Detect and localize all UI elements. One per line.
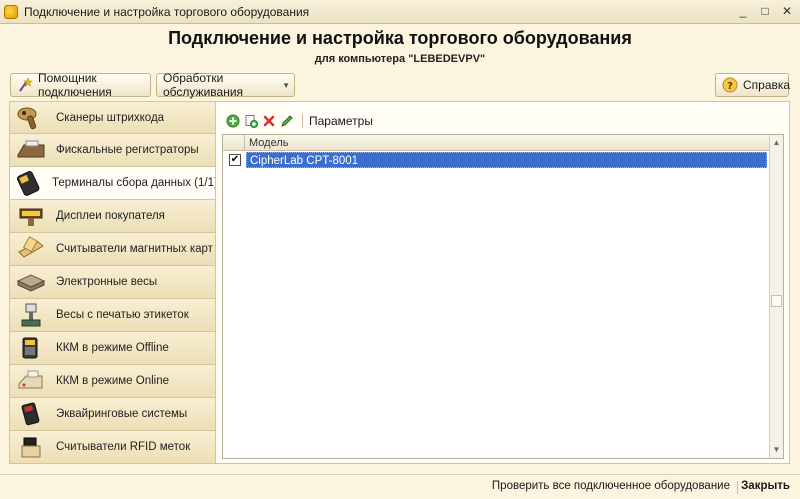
tab-kkm-online[interactable]: ККМ в режиме Online [9,365,216,398]
row-model[interactable]: CipherLab CPT-8001 [246,152,767,168]
delete-icon[interactable] [260,112,278,130]
page-subtitle: для компьютера "LEBEDEVPV" [314,53,486,65]
tab-barcode-scanners[interactable]: Сканеры штрихкода [9,101,216,134]
checkbox-column-header [223,135,245,150]
tab-acquiring[interactable]: Эквайринговые системы [9,398,216,431]
kkm-offline-icon [14,334,48,362]
tab-label: Терминалы сбора данных (1/1) [52,177,218,189]
tab-label: Весы с печатью этикеток [56,309,189,321]
acquiring-terminal-icon [14,400,48,428]
help-label: Справка [743,78,791,92]
tab-label: Дисплеи покупателя [56,210,165,222]
tab-label: ККМ в режиме Online [56,375,169,387]
tab-label: Сканеры штрихкода [56,111,165,124]
add-icon[interactable] [224,112,242,130]
table-header: Модель [223,135,783,151]
barcode-scanner-icon [14,104,48,132]
customer-display-icon [14,202,48,230]
panel-toolbar: Параметры [224,112,373,130]
tab-kkm-offline[interactable]: ККМ в режиме Offline [9,332,216,365]
page-title: Подключение и настройка торгового оборуд… [168,28,632,48]
fiscal-registrar-icon [14,136,48,164]
close-button[interactable]: Закрыть [741,480,790,492]
table-row[interactable]: ✔ CipherLab CPT-8001 [224,152,767,168]
tab-label: ККМ в режиме Offline [56,342,169,354]
service-dropdown[interactable]: Обработки обслуживания ▼ [156,71,295,99]
tab-label: Фискальные регистраторы [56,144,199,156]
tab-label: Считыватели RFID меток [56,441,191,453]
terminals-panel: Параметры Модель ✔ CipherLab CPT-8001 ▲ … [215,101,790,464]
help-button[interactable]: ? Справка [715,73,791,97]
tab-customer-displays[interactable]: Дисплеи покупателя [9,200,216,233]
kkm-online-icon [14,367,48,395]
tab-data-terminals[interactable]: Терминалы сбора данных (1/1) [9,167,218,200]
svg-text:?: ? [727,81,733,92]
row-checkbox[interactable]: ✔ [229,154,241,166]
app-icon [4,4,18,19]
assistant-label: Помощник подключения [38,71,112,99]
edit-icon[interactable] [278,112,296,130]
copy-icon[interactable] [242,112,260,130]
card-reader-icon [14,235,48,263]
label-scale-icon [14,301,48,329]
tab-label: Считыватели магнитных карт [56,243,213,255]
scale-icon [14,268,48,296]
help-icon: ? [722,77,738,93]
service-label: Обработки обслуживания [163,71,244,99]
check-all-button[interactable]: Проверить все подключенное оборудование [492,480,730,492]
toolbar-separator [302,114,303,128]
data-terminal-icon [14,169,44,197]
tab-label: Эквайринговые системы [56,408,188,420]
scroll-up-icon[interactable]: ▲ [770,136,783,150]
tab-card-readers[interactable]: Считыватели магнитных карт [9,233,216,266]
params-button[interactable]: Параметры [309,114,373,128]
chevron-down-icon: ▼ [282,80,290,90]
vertical-scrollbar[interactable]: ▲ ▼ [769,135,783,458]
devices-table: Модель ✔ CipherLab CPT-8001 ▲ ▼ [222,134,784,459]
window-title: Подключение и настройка торгового оборуд… [24,4,310,19]
rfid-reader-icon [14,433,48,461]
tab-rfid-readers[interactable]: Считыватели RFID меток [9,431,216,464]
assistant-button[interactable]: Помощник подключения [10,71,151,99]
scroll-thumb[interactable] [771,295,782,307]
wizard-icon [17,77,33,93]
column-model[interactable]: Модель [245,137,288,149]
close-window-button[interactable]: ✕ [778,3,796,20]
tab-label: Электронные весы [56,276,158,288]
minimize-button[interactable]: _ [734,3,752,20]
tab-fiscal-registrars[interactable]: Фискальные регистраторы [9,134,216,167]
maximize-button[interactable]: □ [756,3,774,20]
window-titlebar: Подключение и настройка торгового оборуд… [0,0,800,24]
status-separator [737,481,738,494]
status-bar: Проверить все подключенное оборудование … [0,474,800,499]
row-checkbox-cell: ✔ [224,152,246,168]
equipment-tabs: Сканеры штрихкода Фискальные регистратор… [9,101,218,464]
tab-label-scales[interactable]: Весы с печатью этикеток [9,299,216,332]
window-controls: _ □ ✕ [734,3,796,20]
tab-electronic-scales[interactable]: Электронные весы [9,266,216,299]
scroll-down-icon[interactable]: ▼ [770,443,783,457]
